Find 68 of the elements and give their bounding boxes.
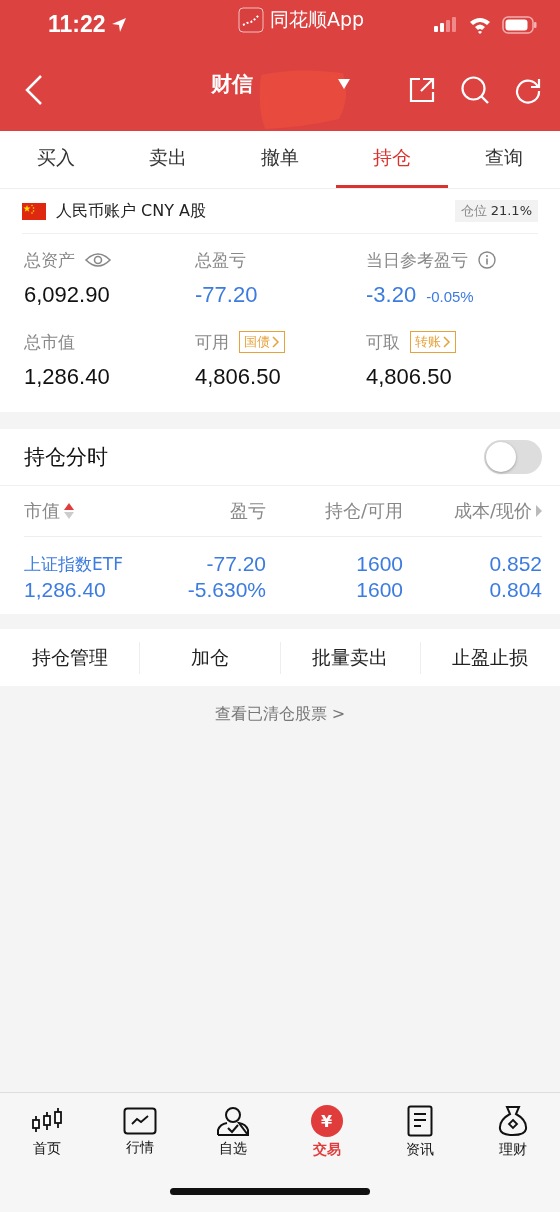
table-cell: -5.630% (187, 578, 266, 602)
stat-value: 1,286.40 (24, 364, 110, 390)
stat-value: 6,092.90 (24, 282, 110, 308)
yuan-icon: ¥ (310, 1105, 343, 1137)
stat-label: 总资产 (24, 248, 75, 272)
action-button[interactable]: 止盈止损 (420, 641, 560, 674)
action-button[interactable]: 持仓管理 (0, 641, 141, 674)
table-cell: -77.20 (206, 552, 266, 576)
column-header[interactable]: 市值 (24, 499, 60, 523)
bottom-nav-item[interactable]: ¥ 交易 (280, 1093, 374, 1171)
position-badge: 仓位 21.1% (454, 200, 538, 222)
column-header: 盈亏 (230, 499, 266, 523)
search-icon[interactable] (460, 75, 490, 105)
table-cell: 0.804 (489, 578, 542, 602)
bottom-nav-item[interactable]: 理财 (466, 1093, 560, 1171)
money-bag-icon (498, 1105, 529, 1137)
share-icon[interactable] (408, 76, 436, 104)
action-button[interactable]: 加仓 (140, 641, 281, 674)
info-icon[interactable] (478, 251, 496, 269)
table-cell: 1,286.40 (24, 578, 106, 602)
line-chart-icon (123, 1107, 157, 1135)
stat-label: 总盈亏 (195, 248, 246, 272)
table-cell: 1600 (356, 552, 403, 576)
sort-icon[interactable] (64, 501, 74, 521)
bottom-nav-item[interactable]: 资讯 (373, 1093, 467, 1171)
signal-icon (434, 16, 458, 33)
bottom-nav-item[interactable]: 首页 (0, 1093, 94, 1171)
column-header: 持仓/可用 (324, 499, 403, 523)
document-icon (406, 1105, 433, 1137)
battery-icon (502, 15, 538, 34)
holding-row[interactable]: 上证指数ETF 1,286.40 -77.20 -5.630% 1600 1600 0.852 0.804 (24, 537, 542, 614)
column-header: 成本/现价 (453, 499, 532, 523)
toggle-switch[interactable] (484, 440, 542, 474)
broker-title[interactable]: 财信 (211, 70, 253, 98)
caret-icon[interactable] (337, 78, 351, 90)
china-flag-icon (22, 202, 46, 220)
account-name: 人民币账户 CNY A股 (56, 200, 207, 222)
cleared-stocks-link[interactable]: 查看已清仓股票 > (214, 704, 346, 723)
refresh-icon[interactable] (514, 76, 542, 104)
person-check-icon (216, 1106, 251, 1136)
stat-value: -3.20 (366, 282, 417, 308)
stat-value: -77.20 (195, 282, 258, 308)
stat-value: 4,806.50 (366, 364, 452, 390)
back-button[interactable] (24, 74, 44, 106)
stat-label: 可用 (195, 330, 229, 354)
tab[interactable]: 卖出 (112, 131, 224, 188)
stat-label: 总市值 (24, 330, 75, 354)
chevron-right-icon (443, 336, 451, 348)
bottom-nav-item[interactable]: 自选 (186, 1093, 280, 1171)
status-time: 11:22 (48, 11, 106, 38)
stat-label: 当日参考盈亏 (366, 248, 468, 272)
table-cell: 1600 (356, 578, 403, 602)
stat-label: 可取 (366, 330, 400, 354)
wifi-icon (468, 15, 492, 34)
app-logo-icon (237, 6, 264, 33)
tab[interactable]: 买入 (0, 131, 112, 188)
chevron-right-icon (272, 336, 280, 348)
tab[interactable]: 查询 (448, 131, 560, 188)
action-button[interactable]: 批量卖出 (280, 641, 421, 674)
bottom-nav-item[interactable]: 行情 (93, 1093, 187, 1171)
stock-name: 上证指数ETF (24, 553, 123, 576)
section-title: 持仓分时 (24, 444, 108, 471)
tab[interactable]: 撤单 (224, 131, 336, 188)
table-cell: 0.852 (489, 552, 542, 576)
stat-percent: -0.05% (426, 288, 474, 305)
eye-icon[interactable] (85, 252, 111, 268)
stat-value: 4,806.50 (195, 364, 281, 390)
app-label: 同花顺App (269, 6, 365, 32)
